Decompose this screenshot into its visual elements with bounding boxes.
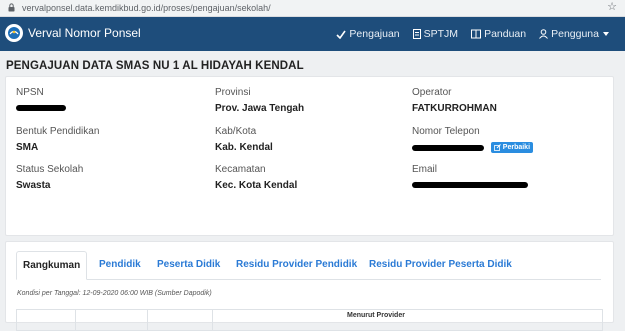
- tab-pendidik[interactable]: Pendidik: [93, 251, 147, 278]
- status-label: Status Sekolah: [16, 164, 84, 175]
- edit-icon: [493, 144, 501, 151]
- page-title: PENGAJUAN DATA SMAS NU 1 AL HIDAYAH KEND…: [6, 60, 304, 72]
- field-operator: Operator FATKURROHMAN: [412, 87, 497, 115]
- tab-bar: Rangkuman Pendidik Peserta Didik Residu …: [16, 251, 601, 280]
- npsn-redacted: [16, 105, 66, 112]
- rangkuman-card: Rangkuman Pendidik Peserta Didik Residu …: [5, 241, 614, 331]
- field-kabkota: Kab/Kota Kab. Kendal: [215, 126, 273, 154]
- kemdikbud-logo-icon: [5, 24, 23, 42]
- check-icon: [336, 30, 347, 39]
- tab-rangkuman[interactable]: Rangkuman: [16, 251, 88, 280]
- tab-residu-provider-pendidik[interactable]: Residu Provider Pendidik: [230, 251, 363, 278]
- nav-pengajuan-label: Pengajuan: [349, 28, 400, 40]
- bookmark-star-icon[interactable]: ☆: [607, 1, 617, 14]
- nav-panduan-label: Panduan: [484, 28, 527, 40]
- kab-value: Kab. Kendal: [215, 142, 273, 153]
- field-status: Status Sekolah Swasta: [16, 164, 83, 192]
- user-icon: [539, 29, 548, 39]
- document-icon: [412, 29, 421, 39]
- status-value: Swasta: [16, 180, 51, 191]
- field-kecamatan: Kecamatan Kec. Kota Kendal: [215, 164, 297, 192]
- nav-pengguna-dropdown[interactable]: Pengguna: [539, 28, 609, 40]
- provinsi-value: Prov. Jawa Tengah: [215, 103, 305, 114]
- field-bentuk: Bentuk Pendidikan SMA: [16, 126, 99, 154]
- perbaiki-label: Perbaiki: [502, 144, 531, 151]
- nav-panduan[interactable]: Panduan: [471, 28, 526, 40]
- telepon-redacted: [412, 144, 484, 151]
- email-redacted: [412, 182, 528, 189]
- field-npsn: NPSN: [16, 87, 66, 115]
- table-col-divider: [212, 310, 213, 330]
- provinsi-label: Provinsi: [215, 87, 251, 98]
- book-icon: [471, 29, 482, 39]
- top-navbar: Verval Nomor Ponsel Pengajuan SPTJM Pand…: [0, 17, 625, 51]
- npsn-label: NPSN: [16, 87, 44, 98]
- kecamatan-value: Kec. Kota Kendal: [215, 180, 298, 191]
- lock-icon: [8, 3, 15, 12]
- brand[interactable]: Verval Nomor Ponsel: [5, 24, 141, 42]
- school-info-card: NPSN Provinsi Prov. Jawa Tengah Operator…: [5, 76, 614, 236]
- perbaiki-button[interactable]: Perbaiki: [490, 142, 534, 153]
- bentuk-label: Bentuk Pendidikan: [16, 126, 100, 137]
- tab-peserta-didik[interactable]: Peserta Didik: [151, 251, 226, 278]
- kab-label: Kab/Kota: [215, 126, 257, 137]
- navbar-menu: Pengajuan SPTJM Panduan Pengguna: [323, 17, 609, 51]
- bentuk-value: SMA: [16, 142, 39, 153]
- chevron-down-icon: [603, 32, 609, 36]
- telepon-label: Nomor Telepon: [412, 126, 480, 137]
- tab-residu-provider-peserta-didik[interactable]: Residu Provider Peserta Didik: [363, 251, 518, 278]
- operator-label: Operator: [412, 87, 452, 98]
- field-telepon: Nomor Telepon Perbaiki: [412, 126, 534, 154]
- kondisi-text: Kondisi per Tanggal: 12-09-2020 06:00 WI…: [17, 290, 212, 297]
- browser-address-bar[interactable]: vervalponsel.data.kemdikbud.go.id/proses…: [0, 0, 625, 17]
- field-provinsi: Provinsi Prov. Jawa Tengah: [215, 87, 304, 115]
- field-email: Email: [412, 164, 528, 192]
- nav-sptjm-label: SPTJM: [423, 28, 459, 40]
- table-col-divider: [75, 310, 76, 330]
- nav-pengguna-label: Pengguna: [551, 28, 599, 40]
- kecamatan-label: Kecamatan: [215, 164, 266, 175]
- summary-table: Menurut Provider: [16, 309, 603, 331]
- nav-pengajuan[interactable]: Pengajuan: [336, 28, 400, 40]
- table-col-divider: [147, 310, 148, 330]
- operator-value: FATKURROHMAN: [412, 103, 497, 114]
- app-title: Verval Nomor Ponsel: [28, 26, 141, 40]
- email-label: Email: [412, 164, 438, 175]
- nav-sptjm[interactable]: SPTJM: [412, 28, 459, 40]
- url-text[interactable]: vervalponsel.data.kemdikbud.go.id/proses…: [22, 2, 271, 14]
